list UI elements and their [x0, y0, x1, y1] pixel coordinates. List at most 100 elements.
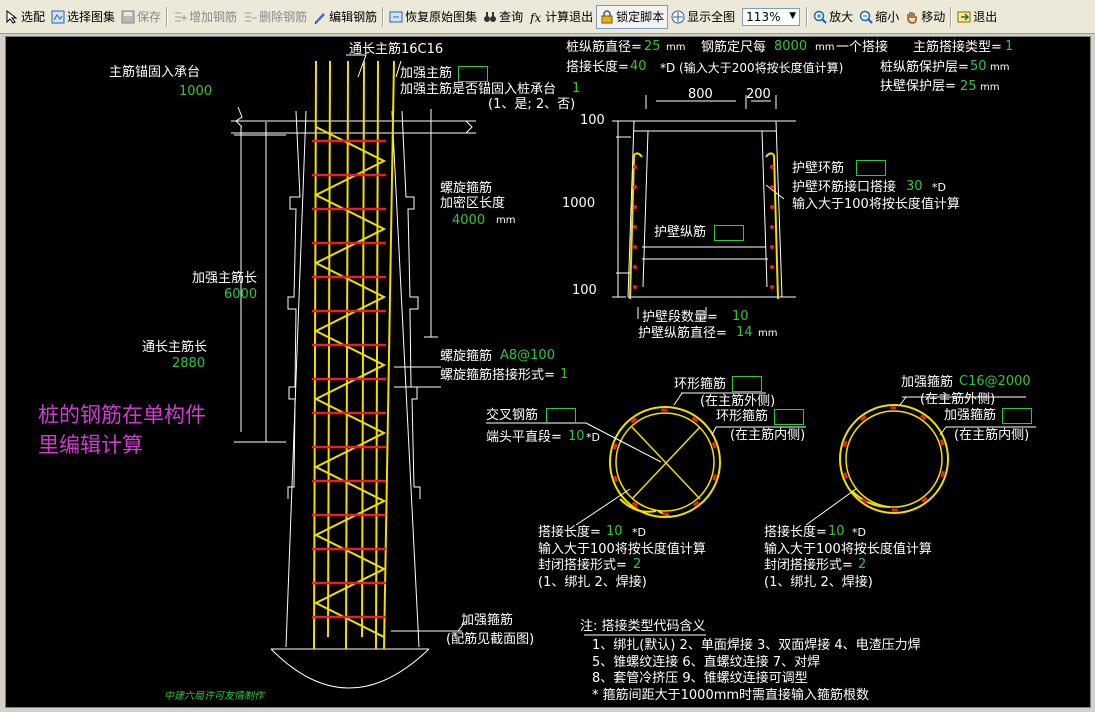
zoom-in-icon — [813, 10, 827, 24]
end-straight-label: 端头平直段= — [486, 430, 562, 445]
toolbar-choose-atlas[interactable]: 选择图集 — [48, 5, 118, 29]
toolbar-separator — [950, 6, 953, 27]
spiral-lap-value[interactable]: 1 — [560, 368, 568, 381]
reinforce-anchor-options: (1、是; 2、否) — [488, 97, 576, 112]
lap-length-note: *D (输入大于200将按长度值计算) — [660, 61, 844, 75]
lap-type-label: 主筋搭接类型= — [913, 40, 1002, 55]
reinforce-length-value[interactable]: 6000 — [224, 288, 257, 301]
spiral-dense-label-1: 螺旋箍筋 — [440, 181, 493, 196]
wall-rebar-dot — [633, 165, 637, 169]
delete-rebar-icon — [243, 10, 258, 24]
wall-long-dia-value[interactable]: 14 — [736, 326, 753, 339]
wall-dim-100-bottom: 100 — [572, 283, 597, 298]
toolbar-zoom-out[interactable]: 缩小 — [856, 5, 902, 29]
ring-hoop-outer-input[interactable] — [732, 376, 762, 392]
wall-rebar-dot — [633, 285, 637, 289]
notes-title: 注: 搭接类型代码含义 — [580, 619, 706, 634]
notes-line-2: 5、锥螺纹连接 6、直螺纹连接 7、对焊 — [592, 655, 821, 670]
toolbar-show-all[interactable]: 显示全图 — [668, 5, 738, 29]
zoom-select[interactable]: 113% ▼ — [742, 7, 801, 26]
wall-ring-label: 护壁环筋 — [792, 161, 845, 176]
ring-hoop-inner-input[interactable] — [774, 409, 804, 425]
main-rebar — [345, 60, 349, 650]
wall-cover-value[interactable]: 25 — [960, 80, 977, 93]
lap-type-value[interactable]: 1 — [1005, 40, 1013, 53]
toolbar-save[interactable]: 保存 — [118, 5, 164, 29]
edit-rebar-icon — [313, 10, 327, 24]
add-rebar-icon — [173, 10, 188, 24]
toolbar-zoom-in[interactable]: 放大 — [810, 5, 856, 29]
right-close-value[interactable]: 2 — [858, 558, 866, 571]
fixed-length-unit: mm — [815, 42, 835, 53]
wall-ring-lap-value[interactable]: 30 — [906, 180, 923, 193]
toolbar-lock-script[interactable]: 锁定脚本 — [596, 4, 669, 29]
wall-count-label: 护壁段数量= — [642, 310, 718, 325]
restore-icon — [389, 10, 403, 24]
wall-long-dia-unit: mm — [758, 328, 778, 339]
chevron-down-icon: ▼ — [789, 10, 797, 21]
through-main-rebar-label: 通长主筋16C16 — [349, 42, 444, 57]
spiral-hoop — [313, 126, 387, 638]
wall-rebar-dot — [633, 225, 637, 229]
anchor-label: 主筋锚固入承台 — [109, 65, 201, 80]
right-close-label: 封闭搭接形式= — [764, 558, 853, 573]
toolbar-pan[interactable]: 移动 — [902, 5, 948, 29]
spiral-label: 螺旋箍筋 — [440, 349, 493, 364]
left-close-label: 封闭搭接形式= — [538, 558, 627, 573]
ring-hoop-outer-label: 环形箍筋 — [674, 377, 727, 392]
ring-hoop-inner-label: 环形箍筋 — [716, 409, 769, 424]
fixed-length-value[interactable]: 8000 — [774, 40, 807, 53]
wall-rebar-dot — [770, 185, 774, 189]
drawing-canvas[interactable]: 通长主筋16C16 主筋锚固入承台 1000 加强主筋 加强主筋是否锚固入桩承台… — [5, 36, 1091, 708]
toolbar-restore-atlas[interactable]: 恢复原始图集 — [386, 5, 480, 29]
spiral-value[interactable]: A8@100 — [500, 349, 555, 362]
cross-rebar-input[interactable] — [546, 408, 576, 424]
right-hoop-value[interactable]: C16@2000 — [959, 375, 1031, 388]
toolbar-query[interactable]: 查询 — [480, 5, 526, 29]
lap-length-value[interactable]: 40 — [630, 60, 647, 73]
through-length-value[interactable]: 2880 — [172, 357, 205, 370]
toolbar-separator — [166, 6, 169, 27]
reinforce-length-label: 加强主筋长 — [192, 271, 258, 286]
left-lap-length-value[interactable]: 10 — [606, 525, 623, 538]
wall-rebar-dot — [633, 265, 637, 269]
right-lap-length-value[interactable]: 10 — [828, 525, 845, 538]
wall-count-value[interactable]: 10 — [732, 310, 749, 323]
cross-rebar-label: 交叉钢筋 — [486, 408, 539, 423]
diameter-value[interactable]: 25 — [644, 40, 661, 53]
left-close-value[interactable]: 2 — [633, 558, 641, 571]
toolbar-add-rebar[interactable]: 增加钢筋 — [170, 5, 240, 29]
wall-long-dia-label: 护壁纵筋直径= — [638, 326, 727, 341]
toolbar-delete-rebar[interactable]: 删除钢筋 — [240, 5, 310, 29]
wall-rebar-dot — [770, 225, 774, 229]
right-hoop2-input[interactable] — [1002, 408, 1032, 424]
side-note-line-1: 桩的钢筋在单构件 — [38, 403, 206, 427]
wall-long-label: 护壁纵筋 — [654, 225, 707, 240]
end-straight-unit: *D — [586, 431, 600, 444]
main-rebar-section — [661, 408, 668, 412]
toolbar-select[interactable]: 选配 — [2, 5, 48, 29]
end-straight-value[interactable]: 10 — [568, 430, 585, 443]
spiral-lap-label: 螺旋箍筋搭接形式= — [440, 368, 555, 383]
spiral-dense-value[interactable]: 4000 — [452, 214, 485, 227]
toolbar-edit-rebar[interactable]: 编辑钢筋 — [310, 5, 380, 29]
wall-section — [612, 95, 796, 319]
left-lap-note: 输入大于100将按长度值计算 — [538, 542, 706, 557]
wall-rebar-dot — [770, 165, 774, 169]
wall-long-input[interactable] — [714, 225, 744, 241]
right-close-options: (1、绑扎 2、焊接) — [764, 575, 873, 590]
notes-line-1: 1、绑扎(默认) 2、单面焊接 3、双面焊接 4、电渣压力焊 — [592, 638, 921, 653]
ring-hoop-inner-note: (在主筋内侧) — [730, 428, 806, 443]
wall-ring-input[interactable] — [856, 160, 886, 176]
toolbar-calc-exit[interactable]: fx 计算退出 — [526, 5, 596, 29]
main-rebar — [327, 60, 331, 638]
wall-dim-800: 800 — [688, 87, 713, 102]
left-lap-unit: *D — [632, 526, 646, 539]
reinforce-anchor-value[interactable]: 1 — [572, 82, 580, 95]
wall-rebar-dot — [633, 245, 637, 249]
reinforce-main-input[interactable] — [458, 66, 488, 82]
side-note-line-2: 里编辑计算 — [38, 433, 143, 457]
cover-value[interactable]: 50 — [970, 60, 987, 73]
diameter-unit: mm — [666, 42, 686, 53]
toolbar-exit[interactable]: 退出 — [954, 5, 1000, 29]
